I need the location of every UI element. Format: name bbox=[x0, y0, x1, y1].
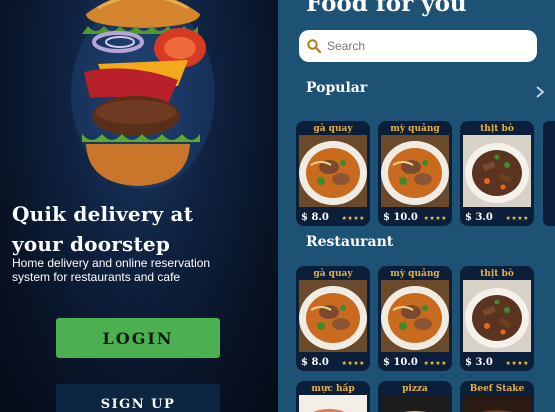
headline: Quik delivery at your doorstep bbox=[12, 199, 212, 259]
seafood-dish-image bbox=[299, 395, 367, 412]
onboarding-subtext: Home delivery and online reservation sys… bbox=[12, 256, 211, 284]
food-name: gà quay bbox=[313, 124, 353, 134]
food-name: thịt bò bbox=[480, 124, 514, 134]
soup-dish-image bbox=[381, 280, 449, 352]
food-name: gà quay bbox=[313, 269, 353, 279]
food-name: mỳ quảng bbox=[390, 269, 440, 279]
food-card[interactable]: Beef Stake bbox=[460, 381, 534, 412]
page-title: Food for you bbox=[306, 0, 467, 17]
beef-dish-image bbox=[463, 280, 531, 352]
headline-line-2: your doorstep bbox=[12, 232, 171, 256]
food-price: $ 3.0 bbox=[465, 212, 493, 223]
food-card-peek[interactable] bbox=[543, 121, 555, 226]
rating-stars: ★★★★ bbox=[341, 361, 365, 367]
food-price: $ 10.0 bbox=[383, 357, 418, 368]
popular-list: gà quay $ 8.0 ★★★★ mỳ quảng $ 10.0 ★★★★ … bbox=[296, 121, 534, 226]
food-price: $ 3.0 bbox=[465, 357, 493, 368]
soup-dish-image bbox=[381, 135, 449, 207]
search-bar[interactable] bbox=[299, 30, 537, 62]
food-price: $ 10.0 bbox=[383, 212, 418, 223]
soup-dish-image bbox=[299, 280, 367, 352]
food-card[interactable]: gà quay $ 8.0 ★★★★ bbox=[296, 266, 370, 371]
chevron-right-icon[interactable] bbox=[534, 84, 546, 100]
login-button[interactable]: LOGIN bbox=[56, 318, 220, 358]
food-name: mực hấp bbox=[311, 384, 355, 394]
food-card[interactable]: gà quay $ 8.0 ★★★★ bbox=[296, 121, 370, 226]
search-input[interactable] bbox=[327, 39, 527, 53]
food-name: mỳ quảng bbox=[390, 124, 440, 134]
restaurant-section-title: Restaurant bbox=[306, 234, 394, 250]
more-food-list: mực hấp pizza Beef Stake bbox=[296, 381, 534, 412]
popular-section-title: Popular bbox=[306, 80, 368, 96]
steak-dish-image bbox=[463, 395, 531, 412]
food-name: pizza bbox=[402, 384, 428, 394]
food-card[interactable]: thịt bò $ 3.0 ★★★★ bbox=[460, 266, 534, 371]
restaurant-list: gà quay $ 8.0 ★★★★ mỳ quảng $ 10.0 ★★★★ … bbox=[296, 266, 534, 371]
food-card[interactable]: mỳ quảng $ 10.0 ★★★★ bbox=[378, 266, 452, 371]
signup-button[interactable]: SIGN UP bbox=[56, 384, 220, 412]
pizza-dish-image bbox=[381, 395, 449, 412]
food-card[interactable]: mực hấp bbox=[296, 381, 370, 412]
food-price: $ 8.0 bbox=[301, 212, 329, 223]
food-card[interactable]: mỳ quảng $ 10.0 ★★★★ bbox=[378, 121, 452, 226]
rating-stars: ★★★★ bbox=[423, 216, 447, 222]
food-card[interactable]: thịt bò $ 3.0 ★★★★ bbox=[460, 121, 534, 226]
food-price: $ 8.0 bbox=[301, 357, 329, 368]
rating-stars: ★★★★ bbox=[505, 216, 529, 222]
rating-stars: ★★★★ bbox=[505, 361, 529, 367]
rating-stars: ★★★★ bbox=[341, 216, 365, 222]
soup-dish-image bbox=[299, 135, 367, 207]
food-name: Beef Stake bbox=[469, 384, 525, 394]
food-card[interactable]: pizza bbox=[378, 381, 452, 412]
home-screen: Food for you Popular gà quay $ 8.0 bbox=[278, 0, 555, 412]
beef-dish-image bbox=[463, 135, 531, 207]
rating-stars: ★★★★ bbox=[423, 361, 447, 367]
headline-line-1: Quik delivery at bbox=[12, 202, 194, 226]
onboarding-screen: Quik delivery at your doorstep Home deli… bbox=[0, 0, 278, 412]
search-icon bbox=[307, 39, 321, 53]
burger-hero-image bbox=[71, 0, 215, 189]
food-name: thịt bò bbox=[480, 269, 514, 279]
